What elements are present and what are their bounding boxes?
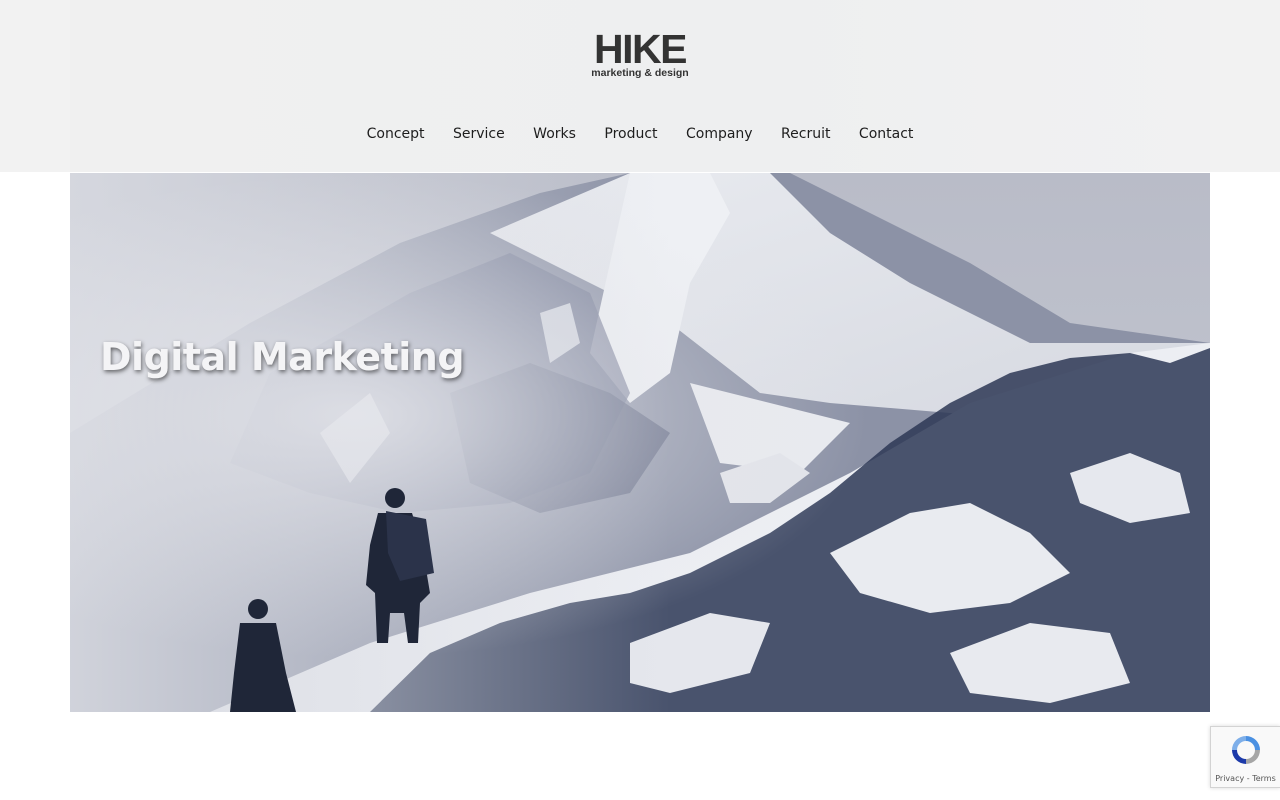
site-header: HIKE marketing & design Concept Service … [70, 0, 1210, 172]
recaptcha-links: Privacy - Terms [1211, 774, 1280, 783]
recaptcha-terms-link[interactable]: Terms [1252, 774, 1276, 783]
logo-tagline: marketing & design [591, 67, 689, 79]
recaptcha-badge[interactable]: Privacy - Terms [1210, 726, 1280, 788]
hero-banner: Digital Marketing [70, 173, 1210, 712]
nav-item-concept[interactable]: Concept [367, 124, 425, 144]
nav-item-company[interactable]: Company [686, 124, 753, 144]
nav-item-works[interactable]: Works [533, 124, 576, 144]
hero-title: Digital Marketing [100, 335, 465, 379]
logo-wordmark: HIKE [594, 26, 687, 72]
hero-image [70, 173, 1210, 712]
site-logo[interactable]: HIKE marketing & design [591, 26, 689, 79]
nav-item-contact[interactable]: Contact [859, 124, 913, 144]
main-nav: Concept Service Works Product Company Re… [70, 124, 1210, 144]
nav-item-recruit[interactable]: Recruit [781, 124, 830, 144]
nav-item-product[interactable]: Product [604, 124, 657, 144]
recaptcha-separator: - [1246, 774, 1250, 783]
recaptcha-privacy-link[interactable]: Privacy [1215, 774, 1244, 783]
nav-item-service[interactable]: Service [453, 124, 505, 144]
